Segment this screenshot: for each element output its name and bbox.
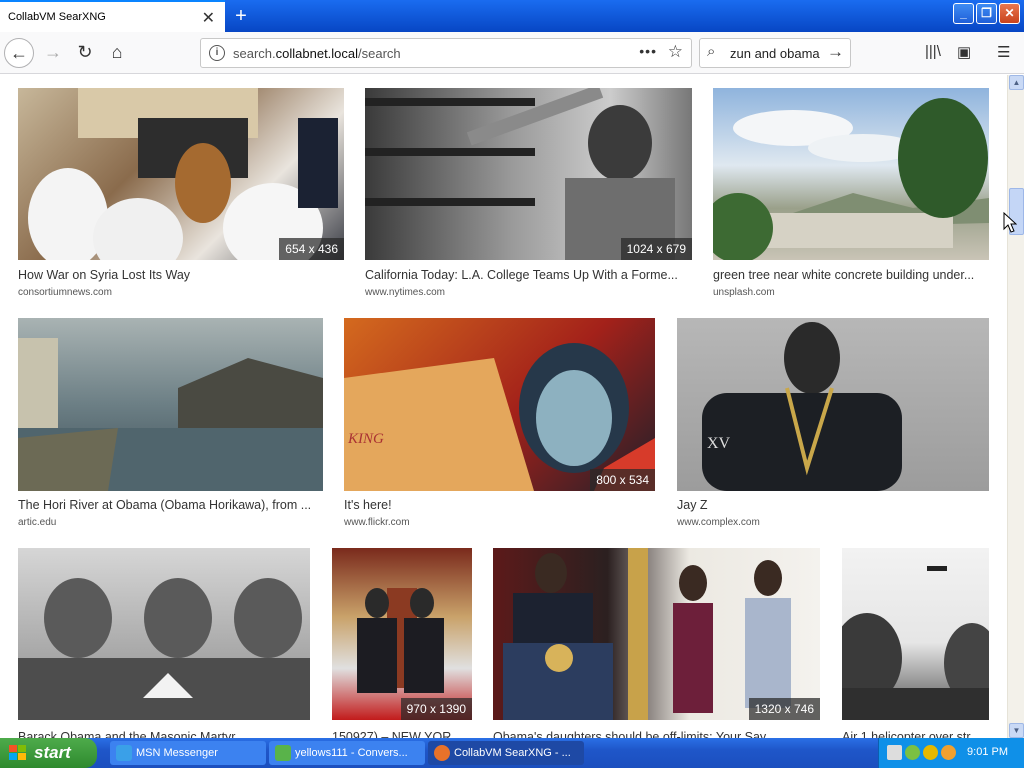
thumbnail-image: XV: [702, 322, 902, 491]
home-button[interactable]: ⌂: [102, 38, 132, 68]
thumbnail-image: [365, 88, 675, 260]
result-title[interactable]: Barack Obama and the Masonic Martyr...: [18, 730, 310, 738]
image-dimensions: 654 x 436: [279, 238, 344, 260]
back-button[interactable]: ←: [4, 38, 34, 68]
result-thumbnail[interactable]: [842, 548, 989, 720]
result-title[interactable]: green tree near white concrete building …: [713, 268, 989, 282]
library-icon[interactable]: |||\: [925, 43, 941, 60]
result-source: consortiumnews.com: [18, 287, 112, 298]
browser-tab[interactable]: CollabVM SearXNG ✕: [0, 0, 225, 33]
bookmark-star-icon[interactable]: ☆: [668, 42, 683, 62]
taskbar-item-browser[interactable]: CollabVM SearXNG - ...: [428, 741, 584, 765]
taskbar-item-msn[interactable]: MSN Messenger: [110, 741, 266, 765]
search-input[interactable]: zun and obama: [730, 46, 820, 61]
tab-strip: CollabVM SearXNG ✕ + _ ❐ ✕: [0, 0, 1024, 33]
thumbnail-image: [357, 588, 444, 693]
url-text[interactable]: search.collabnet.local/search: [233, 46, 401, 61]
result-thumbnail[interactable]: 1024 x 679: [365, 88, 692, 260]
arrow-right-icon[interactable]: →: [827, 42, 844, 62]
chat-icon: [275, 745, 291, 761]
thumbnail-image: [713, 98, 989, 260]
new-tab-button[interactable]: +: [229, 3, 253, 29]
window-close-button[interactable]: ✕: [999, 3, 1020, 24]
image-dimensions: 1320 x 746: [748, 698, 820, 720]
result-thumbnail[interactable]: [713, 88, 989, 260]
image-dimensions: 1024 x 679: [620, 238, 692, 260]
restore-button[interactable]: ❐: [976, 3, 997, 24]
result-title[interactable]: Jay Z: [677, 498, 989, 512]
result-thumbnail[interactable]: [18, 318, 323, 491]
msn-icon: [116, 745, 132, 761]
result-title[interactable]: 150927) – NEW YOR...: [332, 730, 472, 738]
scroll-down-button[interactable]: ▼: [1009, 723, 1024, 738]
forward-button[interactable]: →: [38, 38, 68, 68]
task-label: CollabVM SearXNG - ...: [454, 747, 571, 759]
result-thumbnail[interactable]: KING 800 x 534: [344, 318, 655, 491]
close-icon[interactable]: ✕: [202, 8, 215, 28]
page-actions-icon[interactable]: •••: [639, 43, 657, 59]
result-title[interactable]: It's here!: [344, 498, 655, 512]
svg-text:KING: KING: [347, 431, 384, 447]
start-button[interactable]: start: [0, 738, 97, 768]
task-label: yellows111 - Convers...: [295, 747, 408, 759]
url-path: /search: [358, 46, 401, 61]
thumbnail-image: [28, 88, 338, 260]
svg-text:XV: XV: [707, 435, 731, 452]
reload-button[interactable]: ↻: [70, 38, 100, 68]
thumbnail-image: [18, 578, 310, 720]
tab-title: CollabVM SearXNG: [8, 11, 106, 23]
result-title[interactable]: Obama's daughters should be off-limits: …: [493, 730, 820, 738]
url-prefix: search.: [233, 46, 276, 61]
taskbar-item-conversation[interactable]: yellows111 - Convers...: [269, 741, 425, 765]
thumbnail-image: [842, 566, 989, 720]
task-label: MSN Messenger: [136, 747, 218, 759]
result-title[interactable]: California Today: L.A. College Teams Up …: [365, 268, 692, 282]
windows-logo-icon: [9, 745, 26, 760]
thumbnail-image: [18, 338, 323, 491]
result-source: artic.edu: [18, 517, 57, 528]
image-dimensions: 970 x 1390: [400, 698, 472, 720]
scroll-up-button[interactable]: ▲: [1009, 75, 1024, 90]
search-bar[interactable]: ⌕ zun and obama →: [699, 38, 851, 68]
result-title[interactable]: The Hori River at Obama (Obama Horikawa)…: [18, 498, 323, 512]
result-source: www.flickr.com: [344, 517, 410, 528]
result-thumbnail[interactable]: 1320 x 746: [493, 548, 820, 720]
messenger-status-icon[interactable]: [923, 745, 938, 760]
firefox-icon: [434, 745, 450, 761]
image-dimensions: 800 x 534: [590, 469, 655, 491]
taskbar: start MSN Messenger yellows111 - Convers…: [0, 738, 1024, 768]
result-thumbnail[interactable]: XV: [677, 318, 989, 491]
result-thumbnail[interactable]: 970 x 1390: [332, 548, 472, 720]
navigation-toolbar: ← → ↻ ⌂ i search.collabnet.local/search …: [0, 32, 1024, 74]
search-icon: ⌕: [707, 43, 716, 60]
vertical-scrollbar[interactable]: ▲ ▼: [1007, 75, 1024, 738]
url-domain: collabnet.local: [275, 46, 359, 61]
result-title[interactable]: Air 1 helicopter over str...: [842, 730, 989, 738]
system-tray: 9:01 PM: [878, 738, 1024, 768]
security-icon[interactable]: [905, 745, 920, 760]
clock: 9:01 PM: [967, 746, 1008, 758]
result-source: www.nytimes.com: [365, 287, 446, 298]
thumbnail-image: [503, 548, 791, 720]
thumbnail-image: KING: [344, 343, 655, 491]
result-thumbnail[interactable]: 654 x 436: [18, 88, 344, 260]
search-tray-icon[interactable]: [941, 745, 956, 760]
menu-icon[interactable]: ☰: [997, 43, 1010, 61]
network-icon[interactable]: [887, 745, 902, 760]
start-label: start: [34, 743, 71, 762]
result-title[interactable]: How War on Syria Lost Its Way: [18, 268, 344, 282]
info-icon[interactable]: i: [209, 45, 225, 61]
window-controls: _ ❐ ✕: [953, 3, 1020, 24]
url-bar[interactable]: i search.collabnet.local/search ••• ☆: [200, 38, 692, 68]
result-thumbnail[interactable]: [18, 548, 310, 720]
mouse-cursor-icon: [1003, 212, 1017, 233]
results-page: 654 x 436 How War on Syria Lost Its Way …: [0, 75, 1007, 738]
sidebar-icon[interactable]: ▣: [957, 43, 971, 61]
minimize-button[interactable]: _: [953, 3, 974, 24]
result-source: www.complex.com: [677, 517, 760, 528]
result-source: unsplash.com: [713, 287, 775, 298]
